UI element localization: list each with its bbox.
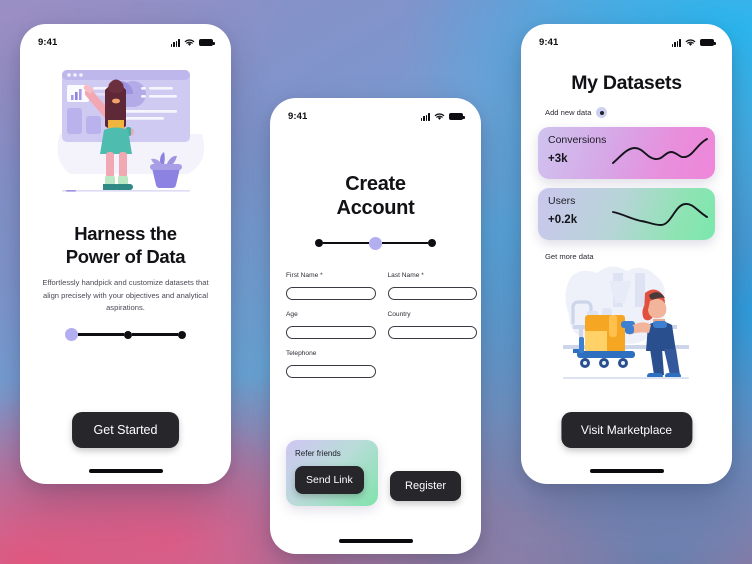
signal-bars-icon bbox=[671, 39, 681, 47]
telephone-input[interactable] bbox=[286, 364, 376, 378]
page-title-line2: Account bbox=[336, 197, 415, 220]
field-telephone: Telephone bbox=[286, 350, 376, 378]
phone-screen-create-account: 9:41 Create Account First Name * Last Na… bbox=[270, 98, 481, 554]
home-indicator bbox=[338, 539, 413, 543]
sparkline-users bbox=[612, 203, 708, 226]
woman-at-dashboard-illustration bbox=[57, 70, 204, 192]
step-dot-2[interactable] bbox=[124, 330, 132, 339]
battery-icon bbox=[449, 113, 465, 120]
status-bar: 9:41 bbox=[270, 98, 481, 124]
onboarding-stepper bbox=[20, 328, 231, 342]
battery-icon bbox=[199, 39, 215, 46]
dataset-card-users[interactable]: Users +0.2k bbox=[538, 188, 715, 240]
add-new-data-row[interactable]: Add new data bbox=[545, 107, 732, 118]
form-row-age-country: Age Country bbox=[286, 311, 477, 339]
wifi-icon bbox=[184, 38, 195, 46]
step-line-1 bbox=[323, 242, 369, 245]
step-dot-1[interactable] bbox=[315, 239, 323, 248]
step-dot-3[interactable] bbox=[428, 239, 436, 248]
page-title-line1: Create bbox=[345, 173, 406, 195]
get-started-button[interactable]: Get Started bbox=[71, 412, 180, 448]
form-row-name: First Name * Last Name * bbox=[286, 272, 477, 300]
home-indicator bbox=[88, 469, 163, 473]
worker-with-cart-illustration bbox=[562, 266, 689, 379]
signup-form: First Name * Last Name * Age Country Tel… bbox=[286, 272, 477, 378]
status-time: 9:41 bbox=[38, 37, 58, 48]
status-icons bbox=[170, 38, 215, 47]
visit-marketplace-container: Visit Marketplace bbox=[560, 412, 693, 448]
last-name-input[interactable] bbox=[387, 286, 477, 300]
phone-screen-my-datasets: 9:41 My Datasets Add new data Conversion… bbox=[521, 24, 732, 484]
step-line-2 bbox=[382, 242, 428, 245]
field-first-name: First Name * bbox=[286, 272, 376, 300]
refer-friends-card: Refer friends Send Link bbox=[286, 440, 378, 506]
register-button[interactable]: Register bbox=[390, 471, 461, 501]
page-title: Harness the Power of Data bbox=[38, 222, 213, 268]
step-line-1 bbox=[78, 333, 124, 336]
country-input[interactable] bbox=[387, 325, 477, 339]
page-title-line1: Harness the bbox=[74, 223, 177, 244]
status-bar: 9:41 bbox=[521, 24, 732, 50]
signal-bars-icon bbox=[420, 113, 430, 121]
form-row-telephone: Telephone bbox=[286, 350, 465, 378]
country-label: Country bbox=[387, 310, 411, 318]
home-indicator bbox=[589, 469, 664, 473]
dataset-card-conversions[interactable]: Conversions +3k bbox=[538, 127, 715, 179]
field-age: Age bbox=[286, 311, 376, 339]
page-subtitle: Effortlessly handpick and customize data… bbox=[42, 278, 209, 312]
field-country: Country bbox=[387, 310, 477, 339]
get-started-container: Get Started bbox=[71, 412, 180, 448]
first-name-input[interactable] bbox=[286, 286, 376, 300]
refer-friends-label: Refer friends bbox=[295, 449, 341, 458]
form-spacer bbox=[388, 350, 478, 378]
visit-marketplace-button[interactable]: Visit Marketplace bbox=[560, 412, 693, 448]
add-circle-icon[interactable] bbox=[596, 107, 608, 118]
signal-bars-icon bbox=[170, 39, 180, 47]
wifi-icon bbox=[434, 112, 445, 120]
wifi-icon bbox=[685, 38, 696, 46]
phone-screen-onboarding: 9:41 Harness the Power of Data Effortles… bbox=[20, 24, 231, 484]
battery-icon bbox=[700, 39, 716, 46]
dataset-cards: Conversions +3k Users +0.2k bbox=[538, 127, 715, 240]
age-label: Age bbox=[286, 310, 298, 318]
page-title-line2: Power of Data bbox=[65, 246, 186, 268]
sparkline-conversions bbox=[612, 138, 708, 164]
status-time: 9:41 bbox=[539, 37, 559, 48]
register-container: Register bbox=[390, 471, 461, 501]
signup-stepper bbox=[270, 236, 481, 250]
status-icons bbox=[420, 112, 465, 121]
add-new-data-label: Add new data bbox=[545, 108, 592, 117]
field-last-name: Last Name * bbox=[387, 271, 477, 300]
page-title: My Datasets bbox=[571, 72, 682, 94]
status-icons bbox=[671, 38, 716, 47]
first-name-label: First Name * bbox=[286, 271, 323, 279]
step-dot-3[interactable] bbox=[178, 330, 186, 339]
status-time: 9:41 bbox=[288, 111, 308, 122]
step-line-2 bbox=[132, 333, 178, 336]
age-input[interactable] bbox=[286, 325, 376, 339]
send-link-button[interactable]: Send Link bbox=[295, 466, 364, 494]
status-bar: 9:41 bbox=[20, 24, 231, 50]
step-dot-1[interactable] bbox=[65, 328, 78, 342]
app-background: 9:41 Harness the Power of Data Effortles… bbox=[0, 0, 752, 564]
last-name-label: Last Name * bbox=[387, 271, 424, 279]
telephone-label: Telephone bbox=[286, 349, 317, 357]
step-dot-2[interactable] bbox=[369, 236, 382, 250]
page-title: Create Account bbox=[296, 172, 455, 221]
get-more-data-label: Get more data bbox=[545, 252, 594, 261]
